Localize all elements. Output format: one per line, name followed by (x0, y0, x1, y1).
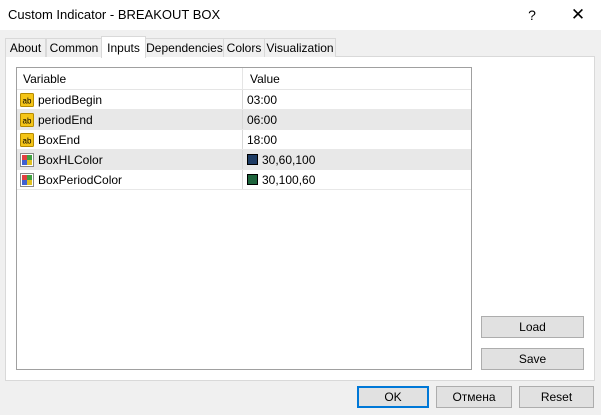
tab-about[interactable]: About (5, 38, 46, 57)
load-button[interactable]: Load (481, 316, 584, 338)
string-type-icon: ab (19, 132, 35, 148)
svg-text:ab: ab (23, 96, 32, 105)
table-row[interactable]: BoxHLColor 30,60,100 (17, 150, 471, 170)
grid-header: Variable Value (17, 68, 471, 90)
tab-dependencies[interactable]: Dependencies (145, 38, 224, 57)
ok-button[interactable]: OK (357, 386, 429, 408)
variable-name: periodEnd (38, 112, 93, 127)
color-type-icon (19, 172, 35, 188)
svg-text:ab: ab (23, 116, 32, 125)
color-swatch (247, 154, 258, 165)
column-header-variable[interactable]: Variable (17, 68, 243, 89)
window-title: Custom Indicator - BREAKOUT BOX (8, 7, 221, 22)
variable-name: periodBegin (38, 92, 103, 107)
close-icon: ✕ (570, 5, 586, 24)
close-button[interactable]: ✕ (555, 0, 601, 30)
column-header-value[interactable]: Value (244, 68, 471, 89)
save-button[interactable]: Save (481, 348, 584, 370)
variable-value[interactable]: 18:00 (247, 133, 277, 147)
inputs-grid[interactable]: Variable Value ab periodBegin 03:00 ab p… (16, 67, 472, 370)
table-row[interactable]: BoxPeriodColor 30,100,60 (17, 170, 471, 190)
tab-common[interactable]: Common (46, 38, 102, 57)
variable-value[interactable]: 30,100,60 (262, 173, 315, 187)
variable-name: BoxPeriodColor (38, 172, 123, 187)
variable-value[interactable]: 03:00 (247, 93, 277, 107)
color-type-icon (19, 152, 35, 168)
tab-inputs[interactable]: Inputs (101, 36, 146, 58)
svg-text:ab: ab (23, 136, 32, 145)
cancel-button[interactable]: Отмена (436, 386, 512, 408)
tab-visualization[interactable]: Visualization (264, 38, 336, 57)
table-row[interactable]: ab periodEnd 06:00 (17, 110, 471, 130)
reset-button[interactable]: Reset (519, 386, 594, 408)
help-icon: ? (528, 7, 536, 23)
variable-name: BoxHLColor (38, 152, 103, 167)
table-row[interactable]: ab periodBegin 03:00 (17, 90, 471, 110)
table-row[interactable]: ab BoxEnd 18:00 (17, 130, 471, 150)
variable-name: BoxEnd (38, 132, 81, 147)
title-bar: Custom Indicator - BREAKOUT BOX ? ✕ (0, 0, 601, 30)
tab-colors[interactable]: Colors (223, 38, 265, 57)
string-type-icon: ab (19, 92, 35, 108)
variable-value[interactable]: 06:00 (247, 113, 277, 127)
string-type-icon: ab (19, 112, 35, 128)
variable-value[interactable]: 30,60,100 (262, 153, 315, 167)
color-swatch (247, 174, 258, 185)
help-button[interactable]: ? (509, 0, 555, 30)
